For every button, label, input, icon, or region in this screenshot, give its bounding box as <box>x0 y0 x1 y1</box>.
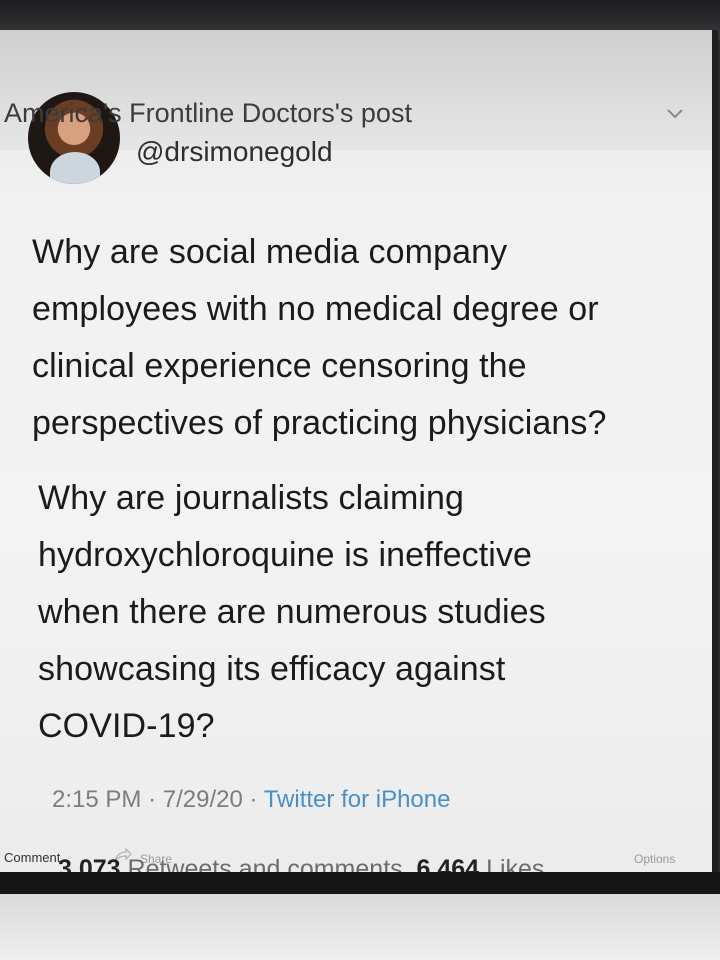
chevron-down-icon[interactable] <box>664 102 686 124</box>
tweet-meta: 2:15 PM · 7/29/20 · Twitter for iPhone <box>52 786 450 814</box>
page-title: America's Frontline Doctors's post <box>4 98 412 128</box>
tweet-date: 7/29/20 <box>162 786 243 813</box>
monitor-bezel-bottom <box>0 872 720 894</box>
meta-separator: · <box>148 786 157 813</box>
tweet-line: showcasing its efficacy against <box>38 650 506 688</box>
tweet-line: employees with no medical degree or <box>32 290 599 328</box>
tweet-line: Why are journalists claiming <box>38 479 465 517</box>
tweet-line: when there are numerous studies <box>38 593 546 631</box>
options-button[interactable]: Options <box>634 852 675 866</box>
tweet-paragraph-1: Why are social media company employees w… <box>32 224 702 452</box>
meta-separator: · <box>249 786 258 813</box>
tweet-line: perspectives of practicing physicians? <box>32 404 607 442</box>
desk-surface <box>0 894 720 960</box>
tweet-source-link[interactable]: Twitter for iPhone <box>264 786 451 813</box>
tweet-line: clinical experience censoring the <box>32 347 527 385</box>
tweet-time: 2:15 PM <box>52 786 142 813</box>
tweet-line: hydroxychloroquine is ineffective <box>38 536 533 574</box>
author-handle[interactable]: @drsimonegold <box>136 136 333 168</box>
tweet-line: Why are social media company <box>32 233 508 271</box>
tweet-line: COVID-19? <box>38 707 215 745</box>
comment-button[interactable]: Comment <box>4 850 60 865</box>
tweet-paragraph-2: Why are journalists claiming hydroxychlo… <box>38 470 698 755</box>
post-screen: America's Frontline Doctors's post @drsi… <box>0 30 718 883</box>
